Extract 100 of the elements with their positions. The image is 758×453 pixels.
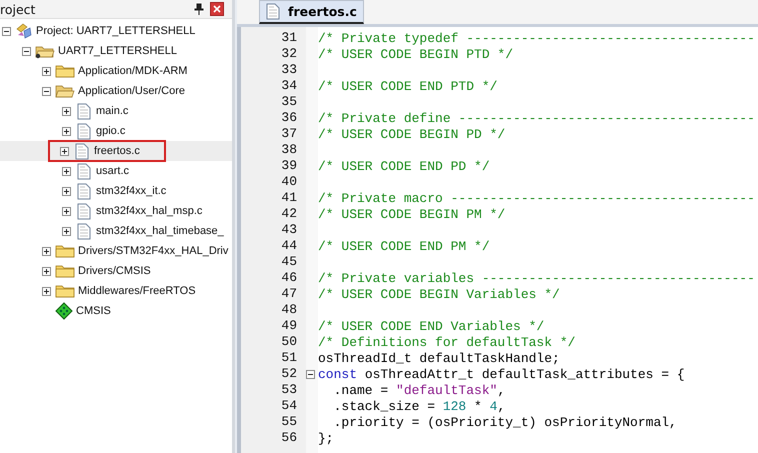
code-line: /* USER CODE BEGIN PTD */	[318, 46, 514, 62]
tree-item[interactable]: UART7_LETTERSHELL	[57, 45, 178, 57]
line-number: 41	[280, 190, 298, 206]
collapse-icon[interactable]	[22, 46, 31, 56]
line-number: 55	[280, 414, 298, 430]
file-tab[interactable]: freertos.c	[259, 0, 364, 24]
file-icon	[75, 142, 89, 160]
code-line: /* Private macro ---------------------------------------	[318, 190, 755, 206]
code-line: .name = "defaultTask",	[332, 382, 506, 398]
tree-item[interactable]: Application/MDK-ARM	[77, 65, 188, 77]
tree-item[interactable]: usart.c	[95, 165, 130, 177]
collapse-icon[interactable]	[2, 26, 11, 36]
close-button[interactable]	[210, 2, 224, 16]
line-number: 36	[280, 110, 298, 126]
expand-icon[interactable]	[60, 146, 69, 156]
file-icon	[77, 202, 91, 220]
code-line: /* Private variables -----------------------------------	[318, 270, 755, 286]
line-number: 38	[280, 142, 298, 158]
tree-row[interactable]: gpio.c	[0, 121, 232, 141]
line-number: 39	[280, 158, 298, 174]
tree-row[interactable]: Middlewares/FreeRTOS	[0, 281, 232, 301]
diamond-icon	[55, 302, 73, 320]
line-number: 48	[280, 302, 298, 318]
tree-row[interactable]: Application/User/Core	[0, 81, 232, 101]
tree-item[interactable]: Drivers/STM32F4xx_HAL_Driv	[77, 245, 228, 257]
open-folder-icon	[55, 83, 75, 99]
line-number: 53	[280, 382, 298, 398]
line-number: 44	[280, 238, 298, 254]
line-number: 46	[280, 270, 298, 286]
code-line: /* USER CODE BEGIN Variables */	[318, 286, 560, 302]
tree-item[interactable]: Middlewares/FreeRTOS	[77, 285, 196, 297]
expand-icon[interactable]	[62, 206, 71, 216]
expand-icon[interactable]	[62, 106, 71, 116]
tree-row[interactable]: Project: UART7_LETTERSHELL	[0, 21, 232, 41]
panel-title: roject	[0, 2, 36, 16]
code-line: /* Private typedef -------------------------------------	[318, 30, 755, 46]
collapse-icon[interactable]	[42, 86, 51, 96]
expand-icon[interactable]	[42, 246, 51, 256]
line-number: 54	[280, 398, 298, 414]
tree-row[interactable]: stm32f4xx_hal_timebase_	[0, 221, 232, 241]
file-icon	[77, 182, 91, 200]
folder-icon	[55, 63, 75, 79]
project-icon	[15, 23, 33, 39]
code-line: /* USER CODE END Variables */	[318, 318, 544, 334]
line-number: 50	[280, 334, 298, 350]
collapse-icon[interactable]	[306, 370, 315, 378]
tree-row[interactable]: Drivers/CMSIS	[0, 261, 232, 281]
tree-row[interactable]: CMSIS	[0, 301, 232, 321]
tree-row[interactable]: stm32f4xx_it.c	[0, 181, 232, 201]
file-icon	[77, 162, 91, 180]
line-number: 51	[280, 350, 298, 366]
file-icon	[77, 222, 91, 240]
expand-icon[interactable]	[42, 66, 51, 76]
line-number: 35	[280, 94, 298, 110]
line-number: 49	[280, 318, 298, 334]
code-line: };	[318, 430, 334, 446]
expand-icon[interactable]	[62, 166, 71, 176]
tree-row[interactable]: usart.c	[0, 161, 232, 181]
tree-item[interactable]: gpio.c	[95, 125, 126, 137]
tree-item[interactable]: main.c	[95, 105, 128, 117]
tree-item[interactable]: Drivers/CMSIS	[77, 265, 151, 277]
line-number: 31	[280, 30, 298, 46]
expand-icon[interactable]	[62, 186, 71, 196]
pin-icon[interactable]	[194, 3, 204, 15]
line-number: 43	[280, 222, 298, 238]
tree-row[interactable]: UART7_LETTERSHELL	[0, 41, 232, 61]
line-number: 37	[280, 126, 298, 142]
tree-item[interactable]: stm32f4xx_hal_msp.c	[95, 205, 202, 217]
code-line: /* USER CODE END PM */	[318, 238, 490, 254]
line-number: 32	[280, 46, 298, 62]
code-line: /* USER CODE BEGIN PD */	[318, 126, 506, 142]
code-line: /* USER CODE END PD */	[318, 158, 490, 174]
tree-row[interactable]: Application/MDK-ARM	[0, 61, 232, 81]
line-number: 52	[280, 366, 298, 382]
tree-row[interactable]: freertos.c	[0, 141, 232, 161]
code-line: .priority = (osPriority_t) osPriorityNormal,	[332, 414, 677, 430]
file-icon	[77, 122, 91, 140]
code-line: /* Private define --------------------------------------	[318, 110, 755, 126]
code-line: const osThreadAttr_t defaultTask_attributes = {	[318, 366, 685, 382]
code-line: /* USER CODE BEGIN PM */	[318, 206, 506, 222]
file-icon	[77, 102, 91, 120]
expand-icon[interactable]	[62, 226, 71, 236]
tree-item[interactable]: stm32f4xx_it.c	[95, 185, 166, 197]
tree-row[interactable]: Drivers/STM32F4xx_HAL_Driv	[0, 241, 232, 261]
tree-row[interactable]: main.c	[0, 101, 232, 121]
tree-item[interactable]: freertos.c	[93, 145, 140, 157]
tree-item[interactable]: stm32f4xx_hal_timebase_	[95, 225, 224, 237]
line-number: 40	[280, 174, 298, 190]
tree-row[interactable]: stm32f4xx_hal_msp.c	[0, 201, 232, 221]
line-number: 42	[280, 206, 298, 222]
folder-icon	[55, 283, 75, 299]
tree-item[interactable]: Application/User/Core	[77, 85, 185, 97]
expand-icon[interactable]	[42, 266, 51, 276]
line-number: 34	[280, 78, 298, 94]
folder-icon	[55, 243, 75, 259]
line-number: 33	[280, 62, 298, 78]
expand-icon[interactable]	[62, 126, 71, 136]
expand-icon[interactable]	[42, 286, 51, 296]
tree-item[interactable]: CMSIS	[75, 305, 111, 317]
tree-item[interactable]: Project: UART7_LETTERSHELL	[35, 25, 196, 37]
